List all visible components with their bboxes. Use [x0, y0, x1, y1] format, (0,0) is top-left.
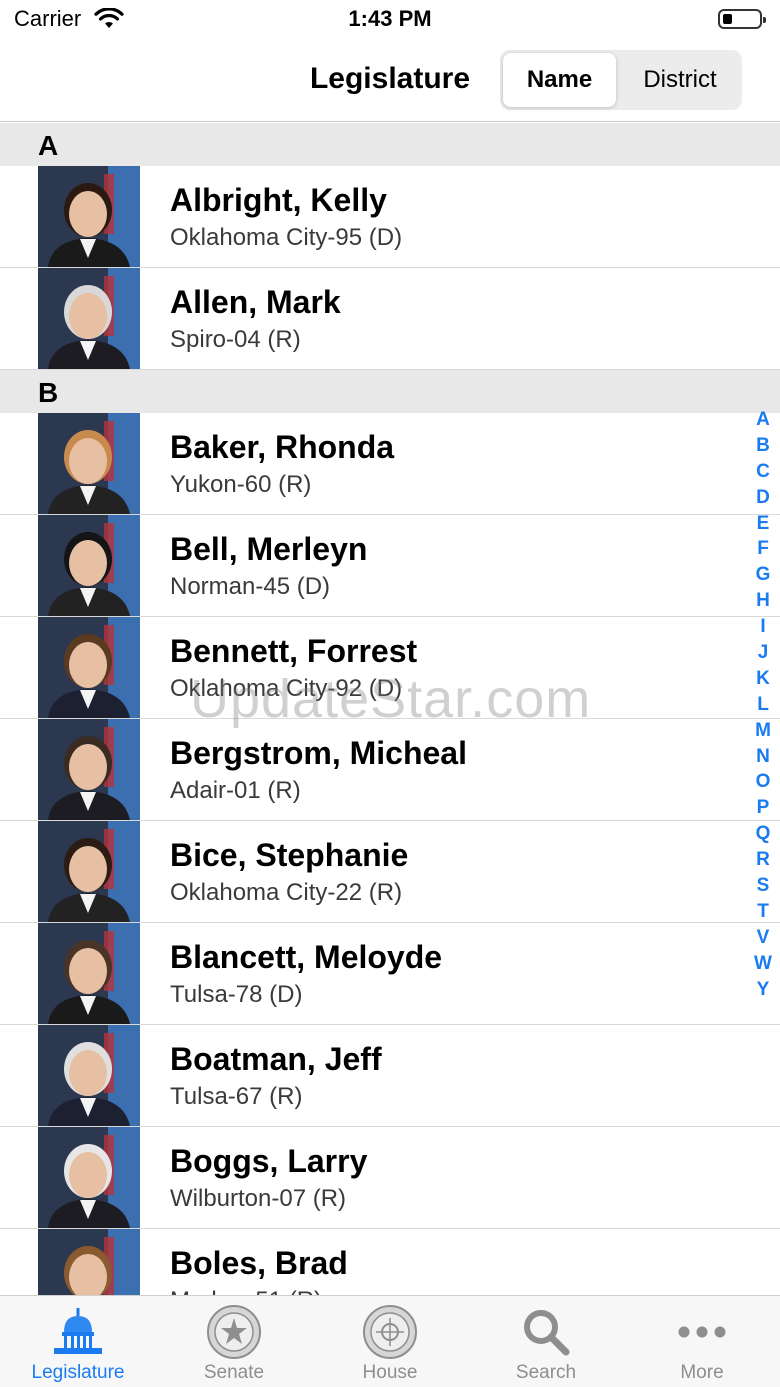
index-letter-v[interactable]: V	[752, 927, 774, 953]
index-letter-l[interactable]: L	[752, 694, 774, 720]
index-letter-s[interactable]: S	[752, 875, 774, 901]
member-photo	[38, 1025, 140, 1126]
senate-seal-icon	[206, 1304, 262, 1360]
member-district: Adair-01 (R)	[170, 777, 301, 804]
member-row[interactable]: Allen, Mark Spiro-04 (R)	[0, 268, 780, 370]
section-index[interactable]: ABCDEFGHIJKLMNOPQRSTVWY	[752, 409, 774, 1004]
index-letter-m[interactable]: M	[752, 720, 774, 746]
member-district: Spiro-04 (R)	[170, 326, 301, 353]
index-letter-h[interactable]: H	[752, 590, 774, 616]
member-photo	[38, 719, 140, 820]
member-district: Yukon-60 (R)	[170, 471, 312, 498]
member-row[interactable]: Albright, Kelly Oklahoma City-95 (D)	[0, 166, 780, 268]
member-photo	[38, 1229, 140, 1295]
member-list[interactable]: A Albright, Kelly Oklahoma City-95 (D) Alle…	[0, 123, 780, 1295]
tab-bar: Legislature Senate House Search More	[0, 1295, 780, 1387]
member-name: Baker, Rhonda	[170, 429, 395, 465]
index-letter-a[interactable]: A	[752, 409, 774, 435]
index-letter-w[interactable]: W	[752, 953, 774, 979]
index-letter-g[interactable]: G	[752, 564, 774, 590]
house-seal-icon	[362, 1304, 418, 1360]
index-letter-y[interactable]: Y	[752, 979, 774, 1005]
member-row[interactable]: Baker, Rhonda Yukon-60 (R)	[0, 413, 780, 515]
index-letter-k[interactable]: K	[752, 668, 774, 694]
tab-house[interactable]: House	[312, 1296, 468, 1387]
member-district: Norman-45 (D)	[170, 573, 331, 600]
index-letter-o[interactable]: O	[752, 771, 774, 797]
member-name: Bice, Stephanie	[170, 837, 409, 873]
index-letter-d[interactable]: D	[752, 487, 774, 513]
index-letter-t[interactable]: T	[752, 901, 774, 927]
tab-more[interactable]: More	[624, 1296, 780, 1387]
member-district: Wilburton-07 (R)	[170, 1185, 347, 1212]
capitol-icon	[50, 1304, 106, 1360]
tab-label: House	[362, 1362, 418, 1383]
member-row[interactable]: Bergstrom, Micheal Adair-01 (R)	[0, 719, 780, 821]
member-row[interactable]: Boatman, Jeff Tulsa-67 (R)	[0, 1025, 780, 1127]
section-header: B	[0, 370, 780, 413]
member-district: Oklahoma City-22 (R)	[170, 879, 403, 906]
index-letter-b[interactable]: B	[752, 435, 774, 461]
member-photo	[38, 821, 140, 922]
member-row[interactable]: Bennett, Forrest Oklahoma City-92 (D)	[0, 617, 780, 719]
member-name: Albright, Kelly	[170, 182, 387, 218]
segment-district[interactable]: District	[620, 53, 740, 107]
page-title: Legislature	[309, 62, 471, 95]
section-header: A	[0, 123, 780, 166]
index-letter-j[interactable]: J	[752, 642, 774, 668]
index-letter-p[interactable]: P	[752, 797, 774, 823]
index-letter-f[interactable]: F	[752, 538, 774, 564]
member-row[interactable]: Boggs, Larry Wilburton-07 (R)	[0, 1127, 780, 1229]
member-photo	[38, 515, 140, 616]
battery-icon	[718, 9, 766, 29]
index-letter-e[interactable]: E	[752, 513, 774, 539]
tab-search[interactable]: Search	[468, 1296, 624, 1387]
member-name: Bennett, Forrest	[170, 633, 418, 669]
member-photo	[38, 413, 140, 514]
tab-label: Search	[515, 1362, 577, 1383]
index-letter-r[interactable]: R	[752, 849, 774, 875]
member-district: Oklahoma City-95 (D)	[170, 224, 403, 251]
tab-senate[interactable]: Senate	[156, 1296, 312, 1387]
member-district: Marlow-51 (R)	[170, 1287, 322, 1295]
member-district: Oklahoma City-92 (D)	[170, 675, 403, 702]
tab-label: More	[680, 1362, 724, 1383]
member-row[interactable]: Bell, Merleyn Norman-45 (D)	[0, 515, 780, 617]
member-name: Boggs, Larry	[170, 1143, 368, 1179]
member-name: Blancett, Meloyde	[170, 939, 443, 975]
tab-label: Senate	[203, 1362, 265, 1383]
member-name: Boles, Brad	[170, 1245, 348, 1281]
member-photo	[38, 1127, 140, 1228]
member-photo	[38, 617, 140, 718]
index-letter-i[interactable]: I	[752, 616, 774, 642]
member-district: Tulsa-67 (R)	[170, 1083, 303, 1110]
more-icon	[674, 1304, 730, 1360]
index-letter-c[interactable]: C	[752, 461, 774, 487]
status-time: 1:43 PM	[348, 6, 432, 31]
tab-label: Legislature	[31, 1362, 125, 1383]
index-letter-n[interactable]: N	[752, 746, 774, 772]
index-letter-q[interactable]: Q	[752, 823, 774, 849]
member-name: Allen, Mark	[170, 284, 341, 320]
sort-segmented-control: Name District	[500, 50, 742, 110]
status-bar: Carrier 1:43 PM	[0, 0, 780, 40]
member-photo	[38, 268, 140, 369]
search-icon	[518, 1304, 574, 1360]
member-name: Bergstrom, Micheal	[170, 735, 467, 771]
member-name: Boatman, Jeff	[170, 1041, 382, 1077]
segment-name[interactable]: Name	[503, 53, 616, 107]
member-name: Bell, Merleyn	[170, 531, 368, 567]
member-row[interactable]: Boles, Brad Marlow-51 (R)	[0, 1229, 780, 1295]
member-row[interactable]: Bice, Stephanie Oklahoma City-22 (R)	[0, 821, 780, 923]
nav-bar: Legislature Name District	[0, 40, 780, 122]
tab-legislature[interactable]: Legislature	[0, 1296, 156, 1387]
member-photo	[38, 166, 140, 267]
member-district: Tulsa-78 (D)	[170, 981, 303, 1008]
member-row[interactable]: Blancett, Meloyde Tulsa-78 (D)	[0, 923, 780, 1025]
member-photo	[38, 923, 140, 1024]
